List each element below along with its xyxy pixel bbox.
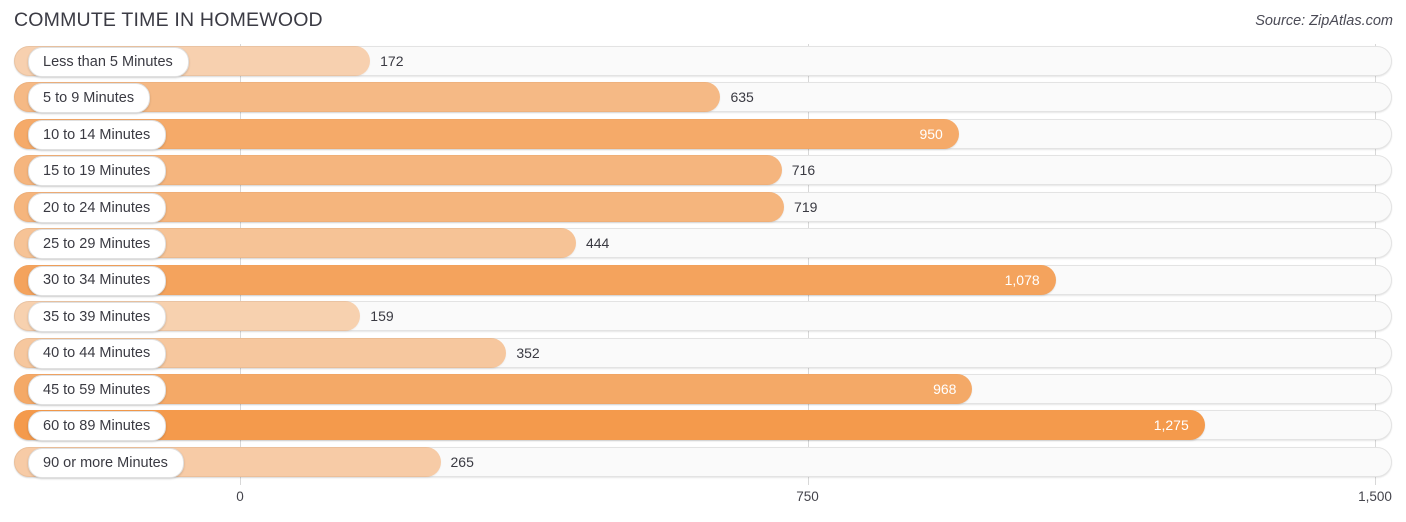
bar-category-label: 35 to 39 Minutes [28,302,167,333]
bar[interactable] [14,264,1056,295]
bar-rows: Less than 5 Minutes 172 5 to 9 Minutes 635 1… [0,44,1406,485]
bar-value-label: 159 [370,308,394,325]
x-axis-tick-label: 0 [236,489,244,504]
bar-category-label-text: 30 to 34 Minutes [43,272,151,289]
bar-category-label: 5 to 9 Minutes [28,83,151,114]
bar-category-label: 30 to 34 Minutes [28,265,167,296]
chart-plot-area: Less than 5 Minutes 172 5 to 9 Minutes 635 1… [0,44,1406,485]
bar-value-label: 1,078 [1004,271,1040,288]
bar-row[interactable]: 90 or more Minutes 265 [0,446,1406,478]
bar-row[interactable]: 10 to 14 Minutes 950 [0,118,1406,150]
bar-category-label-text: 60 to 89 Minutes [43,418,151,435]
bar-category-label: 10 to 14 Minutes [28,119,167,150]
x-axis-tick-label: 750 [796,489,819,504]
bar-category-label-text: 20 to 24 Minutes [43,199,151,216]
bar-row[interactable]: 25 to 29 Minutes 444 [0,228,1406,260]
bar-category-label: Less than 5 Minutes [28,47,189,77]
x-axis: 0 750 1,500 [0,485,1406,522]
bar-category-label-text: 5 to 9 Minutes [43,90,135,107]
bar-row[interactable]: 15 to 19 Minutes 716 [0,155,1406,187]
bar-category-label-text: 35 to 39 Minutes [43,308,151,325]
bar-row[interactable]: Less than 5 Minutes 172 [0,46,1406,77]
bar-category-label-text: 40 to 44 Minutes [43,345,151,362]
bar-row[interactable]: 20 to 24 Minutes 719 [0,191,1406,223]
bar-value-label: 719 [794,198,818,215]
bar-row[interactable]: 5 to 9 Minutes 635 [0,82,1406,114]
bar-category-label: 15 to 19 Minutes [28,156,167,187]
bar-row[interactable]: 45 to 59 Minutes 968 [0,373,1406,405]
bar-value-label: 716 [791,162,816,179]
bar-category-label-text: 25 to 29 Minutes [43,235,151,252]
bar-category-label: 90 or more Minutes [28,447,184,478]
bar-row[interactable]: 40 to 44 Minutes 352 [0,337,1406,369]
bar-category-label-text: 10 to 14 Minutes [43,126,151,143]
bar-category-label: 45 to 59 Minutes [28,374,167,405]
bar-value-label: 265 [450,453,474,470]
x-axis-tick-label: 1,500 [1358,489,1392,504]
bar-value-label: 172 [380,53,404,69]
source-attribution: Source: ZipAtlas.com [1255,13,1393,29]
page-title: COMMUTE TIME IN HOMEWOOD [14,9,323,31]
bar-category-label-text: Less than 5 Minutes [43,53,173,70]
bar-value-label: 968 [933,380,957,397]
bar-row[interactable]: 35 to 39 Minutes 159 [0,301,1406,333]
bar-category-label: 20 to 24 Minutes [28,192,167,223]
bar[interactable] [14,410,1205,441]
bar-row[interactable]: 30 to 34 Minutes 1,078 [0,264,1406,296]
bar-row[interactable]: 60 to 89 Minutes 1,275 [0,410,1406,442]
bar-category-label: 40 to 44 Minutes [28,338,167,369]
bar-value-label: 352 [516,344,540,361]
bar-value-label: 635 [730,89,754,106]
bar-category-label-text: 45 to 59 Minutes [43,381,151,398]
bar-value-label: 950 [919,125,943,142]
bar-category-label: 25 to 29 Minutes [28,229,167,260]
bar-category-label: 60 to 89 Minutes [28,411,167,442]
bar-value-label: 1,275 [1153,417,1189,434]
bar-category-label-text: 90 or more Minutes [43,454,168,471]
chart-header: COMMUTE TIME IN HOMEWOOD Source: ZipAtla… [0,0,1406,44]
bar-value-label: 444 [585,235,610,252]
bar-category-label-text: 15 to 19 Minutes [43,163,151,180]
